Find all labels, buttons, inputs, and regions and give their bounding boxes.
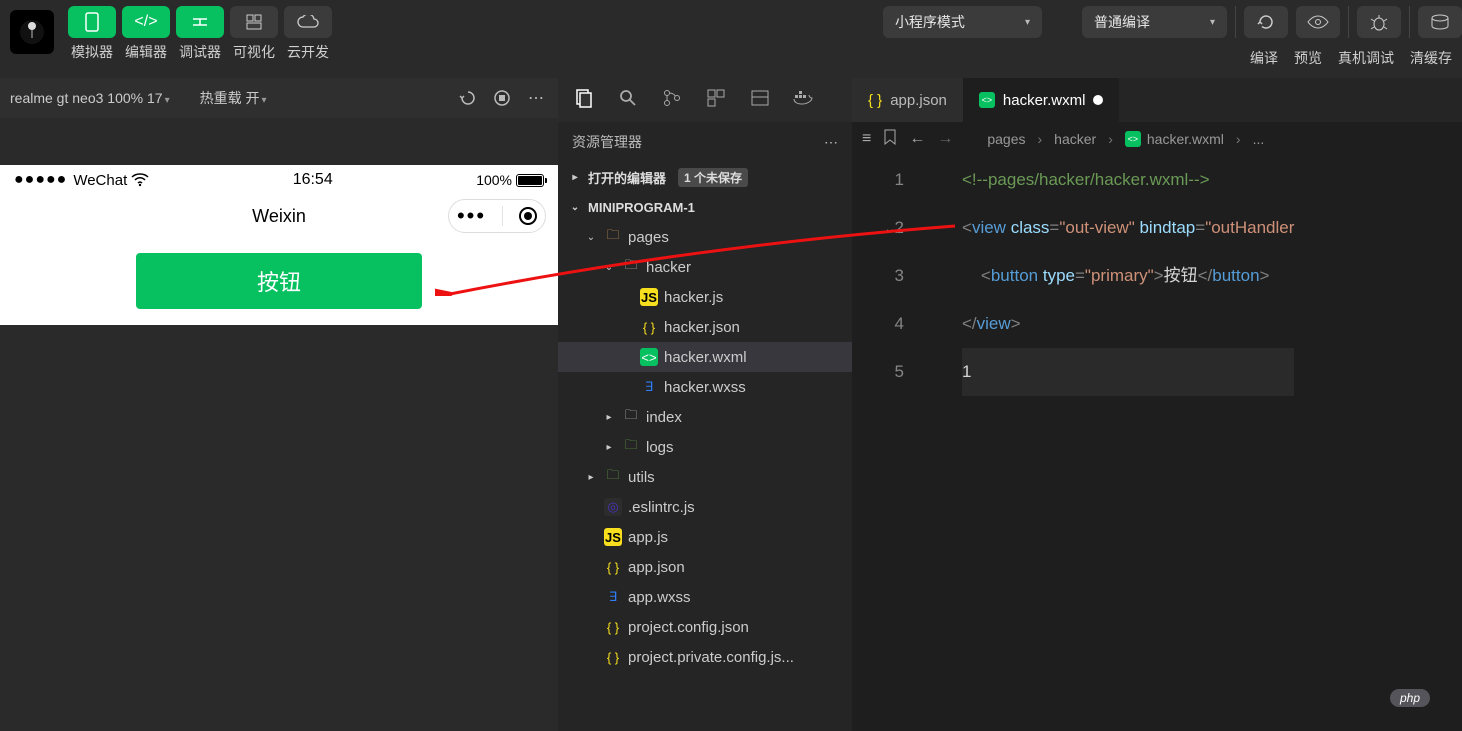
search-icon[interactable] [616,88,640,113]
toolbar-center: 小程序模式▾ [883,0,1042,74]
phone-capsule[interactable]: ••• [448,199,546,233]
debugger-button[interactable]: 调试器 [176,6,224,74]
folder-hacker[interactable]: ⌄🗀hacker [558,252,852,282]
forward-icon[interactable]: → [937,130,953,148]
explorer-title: 资源管理器 [572,132,642,152]
toolbar-right-labels: 编译 预览 真机调试 清缓存 [1250,48,1452,68]
simulator-button[interactable]: 模拟器 [68,6,116,74]
mode-dropdown[interactable]: 小程序模式▾ [883,6,1042,38]
app-icon [10,10,54,54]
folder-index[interactable]: ▸🗀index [558,402,852,432]
extensions-icon[interactable] [704,88,728,113]
stop-icon[interactable] [490,86,514,110]
clear-cache-label: 清缓存 [1410,48,1452,68]
battery-icon [516,174,544,187]
editor-tabs: { }app.json <>hacker.wxml [852,78,1462,122]
file-hacker-json[interactable]: { }hacker.json [558,312,852,342]
hotreload-dropdown[interactable]: 热重载 开▾ [200,88,267,108]
compile-dropdown-label: 普通编译 [1094,12,1150,32]
file-hacker-wxml[interactable]: <>hacker.wxml [558,342,852,372]
bookmark-icon[interactable] [883,129,897,150]
phone-status-bar: ●●●●● WeChat 16:54 100% [0,165,558,195]
back-icon[interactable]: ← [909,130,925,148]
breadcrumb-hacker[interactable]: hacker [1054,131,1096,147]
code-content: <!--pages/hacker/hacker.wxml--> <view cl… [962,156,1294,396]
tab-app-json[interactable]: { }app.json [852,78,963,122]
real-debug-icon-button[interactable] [1357,6,1401,38]
breadcrumb: ≡ ← → pages› hacker› <>hacker.wxml› ... [852,122,1462,156]
list-icon[interactable]: ≡ [862,130,871,148]
signal-icon: ●●●●● [14,171,67,189]
line-gutter: 1 2 3 4 5 [852,156,922,396]
file-hacker-wxss[interactable]: ∃hacker.wxss [558,372,852,402]
docker-icon[interactable] [792,89,816,112]
file-project-private[interactable]: { }project.private.config.js... [558,642,852,672]
real-debug-label: 真机调试 [1338,48,1394,68]
activity-bar [558,78,816,122]
explorer-more-icon[interactable]: ⋯ [824,134,838,151]
folder-utils[interactable]: ▸🗀utils [558,462,852,492]
explorer-panel: 资源管理器 ⋯ ▸ 打开的编辑器 1 个未保存 ⌄ MINIPROGRAM-1 … [558,122,852,731]
more-icon[interactable]: ⋯ [524,86,548,110]
visualize-label: 可视化 [233,42,275,62]
debugger-label: 调试器 [179,42,221,62]
file-app-json[interactable]: { }app.json [558,552,852,582]
cloud-button[interactable]: 云开发 [284,6,332,74]
mode-dropdown-label: 小程序模式 [895,12,965,32]
phone-preview: ●●●●● WeChat 16:54 100% Weixin ••• 按钮 [0,165,558,325]
refresh-icon[interactable] [456,86,480,110]
breadcrumb-file[interactable]: <>hacker.wxml [1125,131,1224,147]
panel-icon[interactable] [748,88,772,113]
unsaved-dot-icon [1093,95,1103,105]
preview-label: 预览 [1294,48,1322,68]
wifi-icon [131,173,149,187]
open-editors-header[interactable]: ▸ 打开的编辑器 1 个未保存 [558,162,852,192]
phone-header: Weixin ••• [0,195,558,237]
file-hacker-js[interactable]: JShacker.js [558,282,852,312]
visualize-button[interactable]: 可视化 [230,6,278,74]
clear-cache-icon-button[interactable] [1418,6,1462,38]
breadcrumb-pages[interactable]: pages [987,131,1025,147]
toolbar-left: 模拟器 </> 编辑器 调试器 可视化 云开发 [68,0,332,74]
compile-dropdown[interactable]: 普通编译▾ [1082,6,1227,38]
file-app-js[interactable]: JSapp.js [558,522,852,552]
compile-label: 编译 [1250,48,1278,68]
capsule-close-icon[interactable] [519,207,537,225]
file-app-wxss[interactable]: ∃app.wxss [558,582,852,612]
cloud-label: 云开发 [287,42,329,62]
git-icon[interactable] [660,88,684,113]
compile-icon-button[interactable] [1244,6,1288,38]
editor-button[interactable]: </> 编辑器 [122,6,170,74]
php-watermark: php [1390,689,1430,707]
code-editor[interactable]: 1 2 3 4 5 <!--pages/hacker/hacker.wxml--… [852,156,1462,731]
unsaved-badge: 1 个未保存 [678,168,748,187]
primary-button-label: 按钮 [257,265,301,297]
carrier-label: WeChat [73,172,127,189]
file-eslint[interactable]: ◎.eslintrc.js [558,492,852,522]
primary-button[interactable]: 按钮 [136,253,422,309]
top-toolbar: 模拟器 </> 编辑器 调试器 可视化 云开发 小程序模式▾ 普通编译▾ [0,0,1462,74]
folder-logs[interactable]: ▸🗀logs [558,432,852,462]
preview-icon-button[interactable] [1296,6,1340,38]
time-label: 16:54 [149,171,476,189]
file-project-config[interactable]: { }project.config.json [558,612,852,642]
tab-hacker-wxml[interactable]: <>hacker.wxml [963,78,1120,122]
explorer-title-row: 资源管理器 ⋯ [558,122,852,162]
breadcrumb-more[interactable]: ... [1253,131,1265,147]
explorer-icon[interactable] [572,88,596,113]
simulator-label: 模拟器 [71,42,113,62]
device-dropdown[interactable]: realme gt neo3 100% 17▾ [10,90,170,106]
battery-label: 100% [476,172,512,188]
phone-title: Weixin [252,206,306,227]
project-header[interactable]: ⌄ MINIPROGRAM-1 [558,192,852,222]
folder-pages[interactable]: ⌄🗀pages [558,222,852,252]
simulator-bar: realme gt neo3 100% 17▾ 热重载 开▾ ⋯ [0,78,558,118]
editor-label: 编辑器 [125,42,167,62]
